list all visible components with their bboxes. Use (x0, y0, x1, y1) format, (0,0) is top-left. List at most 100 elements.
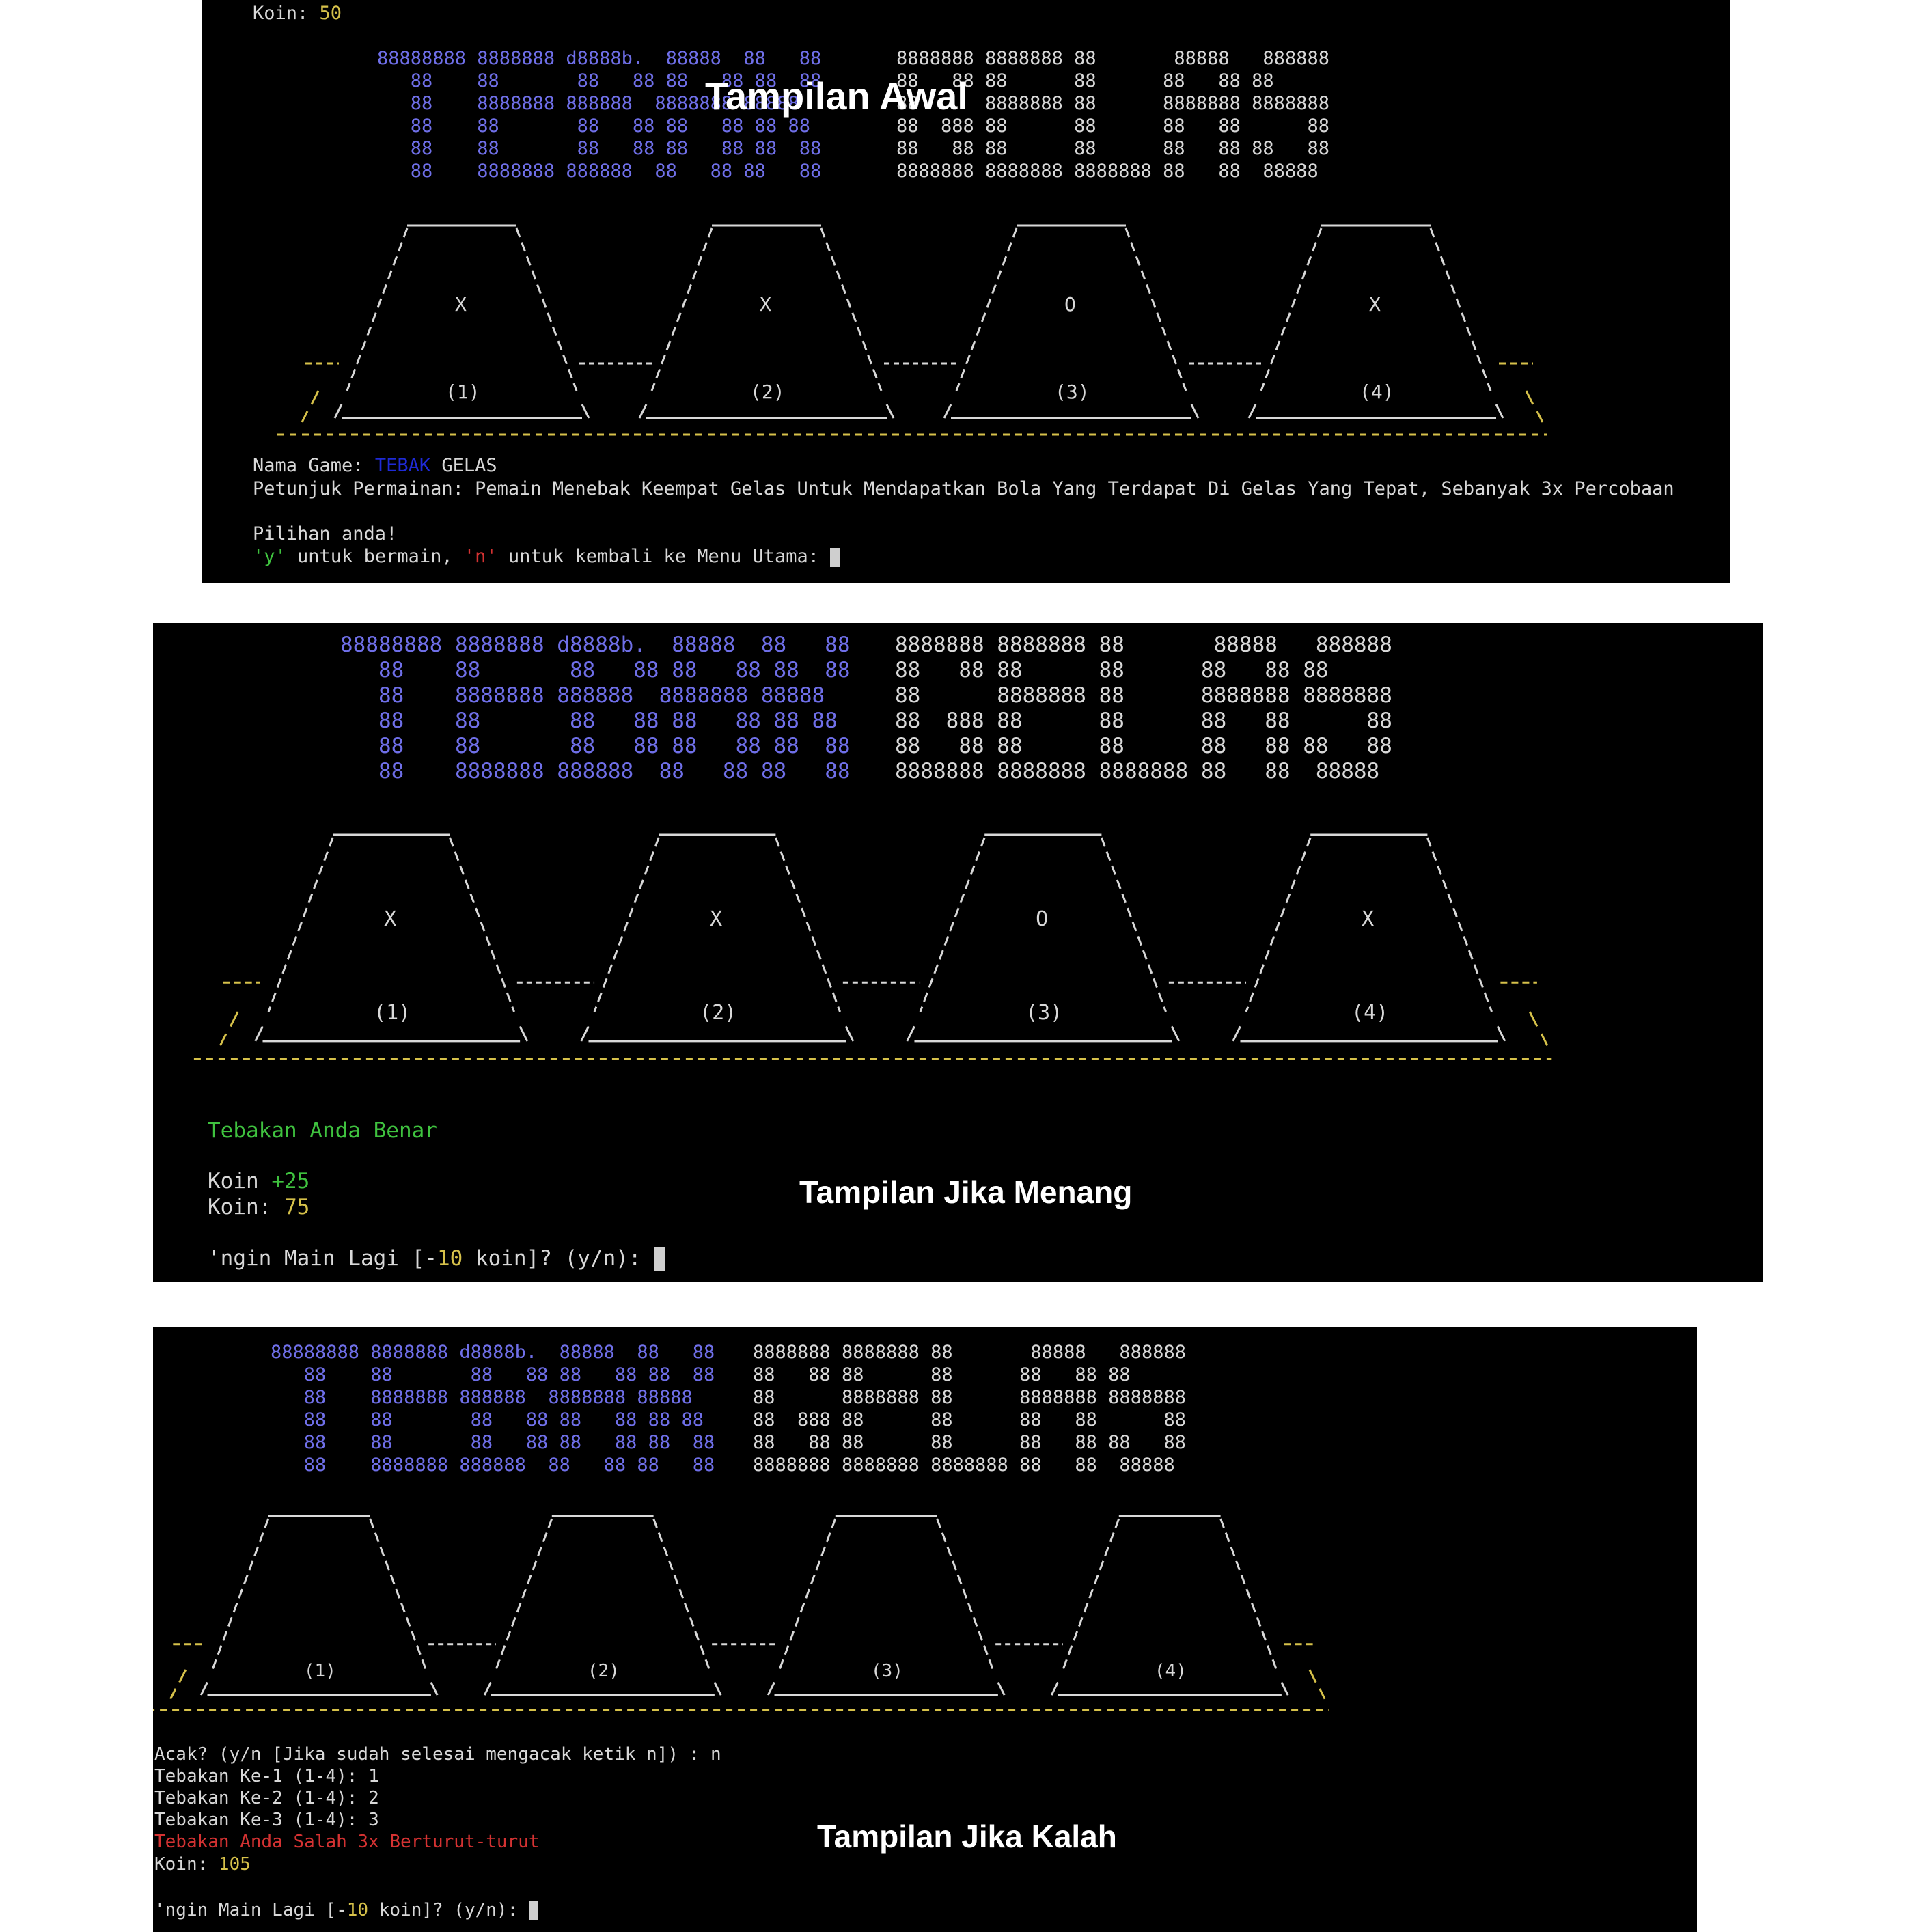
cup-foot-left (906, 1025, 915, 1042)
cup-side-left (593, 837, 660, 1012)
game-name-tebak: TEBAK (374, 455, 431, 476)
cup-side-left (1245, 837, 1312, 1012)
cup-number[interactable]: (3) (1025, 1003, 1062, 1023)
banner-gelas-line: 8888888 8888888 88 88888 888888 (753, 1342, 1186, 1363)
banner-tebak-line: 88 88 88 88 88 88 88 88 (271, 1364, 715, 1385)
banner-tebak-line: 88 8888888 888888 88 88 88 88 (340, 759, 851, 784)
cup-foot-left (1247, 404, 1257, 419)
coin-label: Koin: (154, 1854, 219, 1875)
coin-bonus-label: Koin (208, 1169, 272, 1193)
right-edge-slash (1308, 1669, 1317, 1683)
cup-number[interactable]: (2) (588, 1662, 620, 1680)
right-edge-slash (1525, 390, 1534, 405)
cup-side-right (1426, 837, 1493, 1012)
terminal-lose-screen: 88888888 8888888 d8888b. 88888 88 88 88 … (153, 1327, 1697, 1932)
banner-tebak-line: 88 88 88 88 88 88 88 88 (340, 658, 851, 682)
left-edge-slash (230, 1011, 239, 1027)
cup-foot-left (1050, 1681, 1059, 1696)
right-edge-slash (1528, 1011, 1538, 1027)
cup-side-right (774, 837, 841, 1012)
coin-balance: Koin: 105 (154, 1855, 251, 1873)
cup-foot-right (581, 404, 590, 419)
cup-number[interactable]: (4) (1360, 383, 1394, 402)
banner-tebak-line: 88 8888888 888888 8888888 88888 (340, 683, 825, 708)
input-cursor[interactable] (654, 1247, 666, 1271)
play-prompt: 'y' untuk bermain, 'n' untuk kembali ke … (253, 546, 841, 567)
play-again-cost: 10 (346, 1899, 369, 1920)
game-instructions: Petunjuk Permainan: Pemain Menebak Keemp… (253, 478, 1674, 499)
cup-foot-right (997, 1681, 1006, 1696)
cup-side-right (820, 227, 883, 391)
play-again-text: 'ngin Main Lagi [- (154, 1899, 347, 1920)
cup-foot-left (638, 404, 648, 419)
game-name-gelas: GELAS (430, 455, 497, 476)
cup-number[interactable]: (4) (1155, 1662, 1187, 1680)
cup-mark: X (455, 293, 467, 316)
banner-tebak-line: 88888888 8888888 d8888b. 88888 88 88 (377, 48, 822, 69)
input-cursor[interactable] (830, 547, 841, 567)
input-cursor[interactable] (528, 1901, 538, 1920)
banner-tebak-line: 88888888 8888888 d8888b. 88888 88 88 (340, 633, 851, 657)
guess-line: Tebakan Ke-1 (1-4): 1 (154, 1766, 379, 1786)
banner-gelas-line: 88 888 88 88 88 88 88 (896, 115, 1329, 137)
cup-foot-right (885, 404, 895, 419)
cup-foot-right (713, 1681, 722, 1696)
banner-tebak-line: 88 8888888 888888 88 88 88 88 (377, 161, 822, 182)
y-key: 'y' (253, 546, 286, 567)
cup-foot-right (1496, 1025, 1506, 1042)
cup-foot-left (199, 1681, 208, 1696)
cup-mark: O (1036, 907, 1049, 932)
cup-number[interactable]: (1) (374, 1003, 411, 1023)
cup-number[interactable]: (1) (445, 383, 480, 402)
cup-number[interactable]: (3) (871, 1662, 903, 1680)
cup-foot-left (580, 1025, 590, 1042)
banner-gelas-line: 88 88 88 88 88 88 88 88 (753, 1432, 1186, 1453)
play-again-text: 'ngin Main Lagi [- (208, 1245, 437, 1271)
cup-side-left (267, 837, 334, 1012)
banner-tebak-line: 88 88 88 88 88 88 88 88 (271, 1409, 704, 1431)
coin-value: 50 (319, 3, 342, 24)
cup-number[interactable]: (4) (1351, 1003, 1388, 1023)
banner-tebak-line: 88 88 88 88 88 88 88 88 (340, 734, 851, 758)
banner-gelas-line: 88 88 88 88 88 88 88 88 (895, 734, 1392, 758)
cup-mark: X (1369, 293, 1381, 316)
cup-mark: X (384, 907, 397, 932)
cup-side-right (1100, 837, 1167, 1012)
terminal-win-screen: 88888888 8888888 d8888b. 88888 88 88 88 … (153, 623, 1763, 1282)
cup-number[interactable]: (1) (304, 1662, 336, 1680)
cup-side-left (1062, 1518, 1120, 1670)
banner-gelas-line: 8888888 8888888 8888888 88 88 88888 (753, 1454, 1175, 1476)
cup-foot-right (844, 1025, 855, 1042)
result-message: Tebakan Anda Benar (208, 1118, 437, 1143)
left-edge-slash (301, 411, 309, 423)
cup-foot-right (1280, 1681, 1289, 1696)
cup-side-right (448, 837, 515, 1012)
coin-bonus: Koin +25 (208, 1171, 309, 1192)
screen-caption: Tampilan Jika Menang (799, 1174, 1133, 1210)
cup-mark: O (1064, 293, 1076, 316)
banner-tebak-line: 88 88 88 88 88 88 88 88 (377, 138, 822, 159)
banner-tebak-line: 88 8888888 888888 88 88 88 88 (271, 1454, 715, 1476)
cup-foot-left (943, 404, 952, 419)
cup-number[interactable]: (2) (700, 1003, 736, 1023)
coin-bonus-value: +25 (271, 1169, 310, 1193)
cup-side-right (936, 1518, 994, 1670)
cup-row-lines (193, 833, 1552, 1060)
left-edge-slash (310, 390, 320, 405)
screen-caption: Tampilan Awal (705, 74, 968, 118)
cup-side-right (369, 1518, 427, 1670)
cup-side-left (650, 227, 713, 391)
screen-caption: Tampilan Jika Kalah (817, 1819, 1117, 1854)
n-key: 'n' (463, 546, 497, 567)
cup-number[interactable]: (2) (750, 383, 785, 402)
banner-gelas-line: 88 888 88 88 88 88 88 (895, 708, 1392, 733)
cup-side-right (515, 227, 578, 391)
cup-number[interactable]: (3) (1055, 383, 1090, 402)
cup-side-left (955, 227, 1018, 391)
cup-foot-left (254, 1025, 264, 1042)
y-text: untuk bermain, (286, 546, 464, 567)
cup-side-left (495, 1518, 553, 1670)
game-name: Nama Game: TEBAK GELAS (253, 456, 497, 475)
choice-prompt: Pilihan anda! (253, 523, 398, 544)
play-again-suffix: koin]? (y/n): (463, 1245, 654, 1271)
